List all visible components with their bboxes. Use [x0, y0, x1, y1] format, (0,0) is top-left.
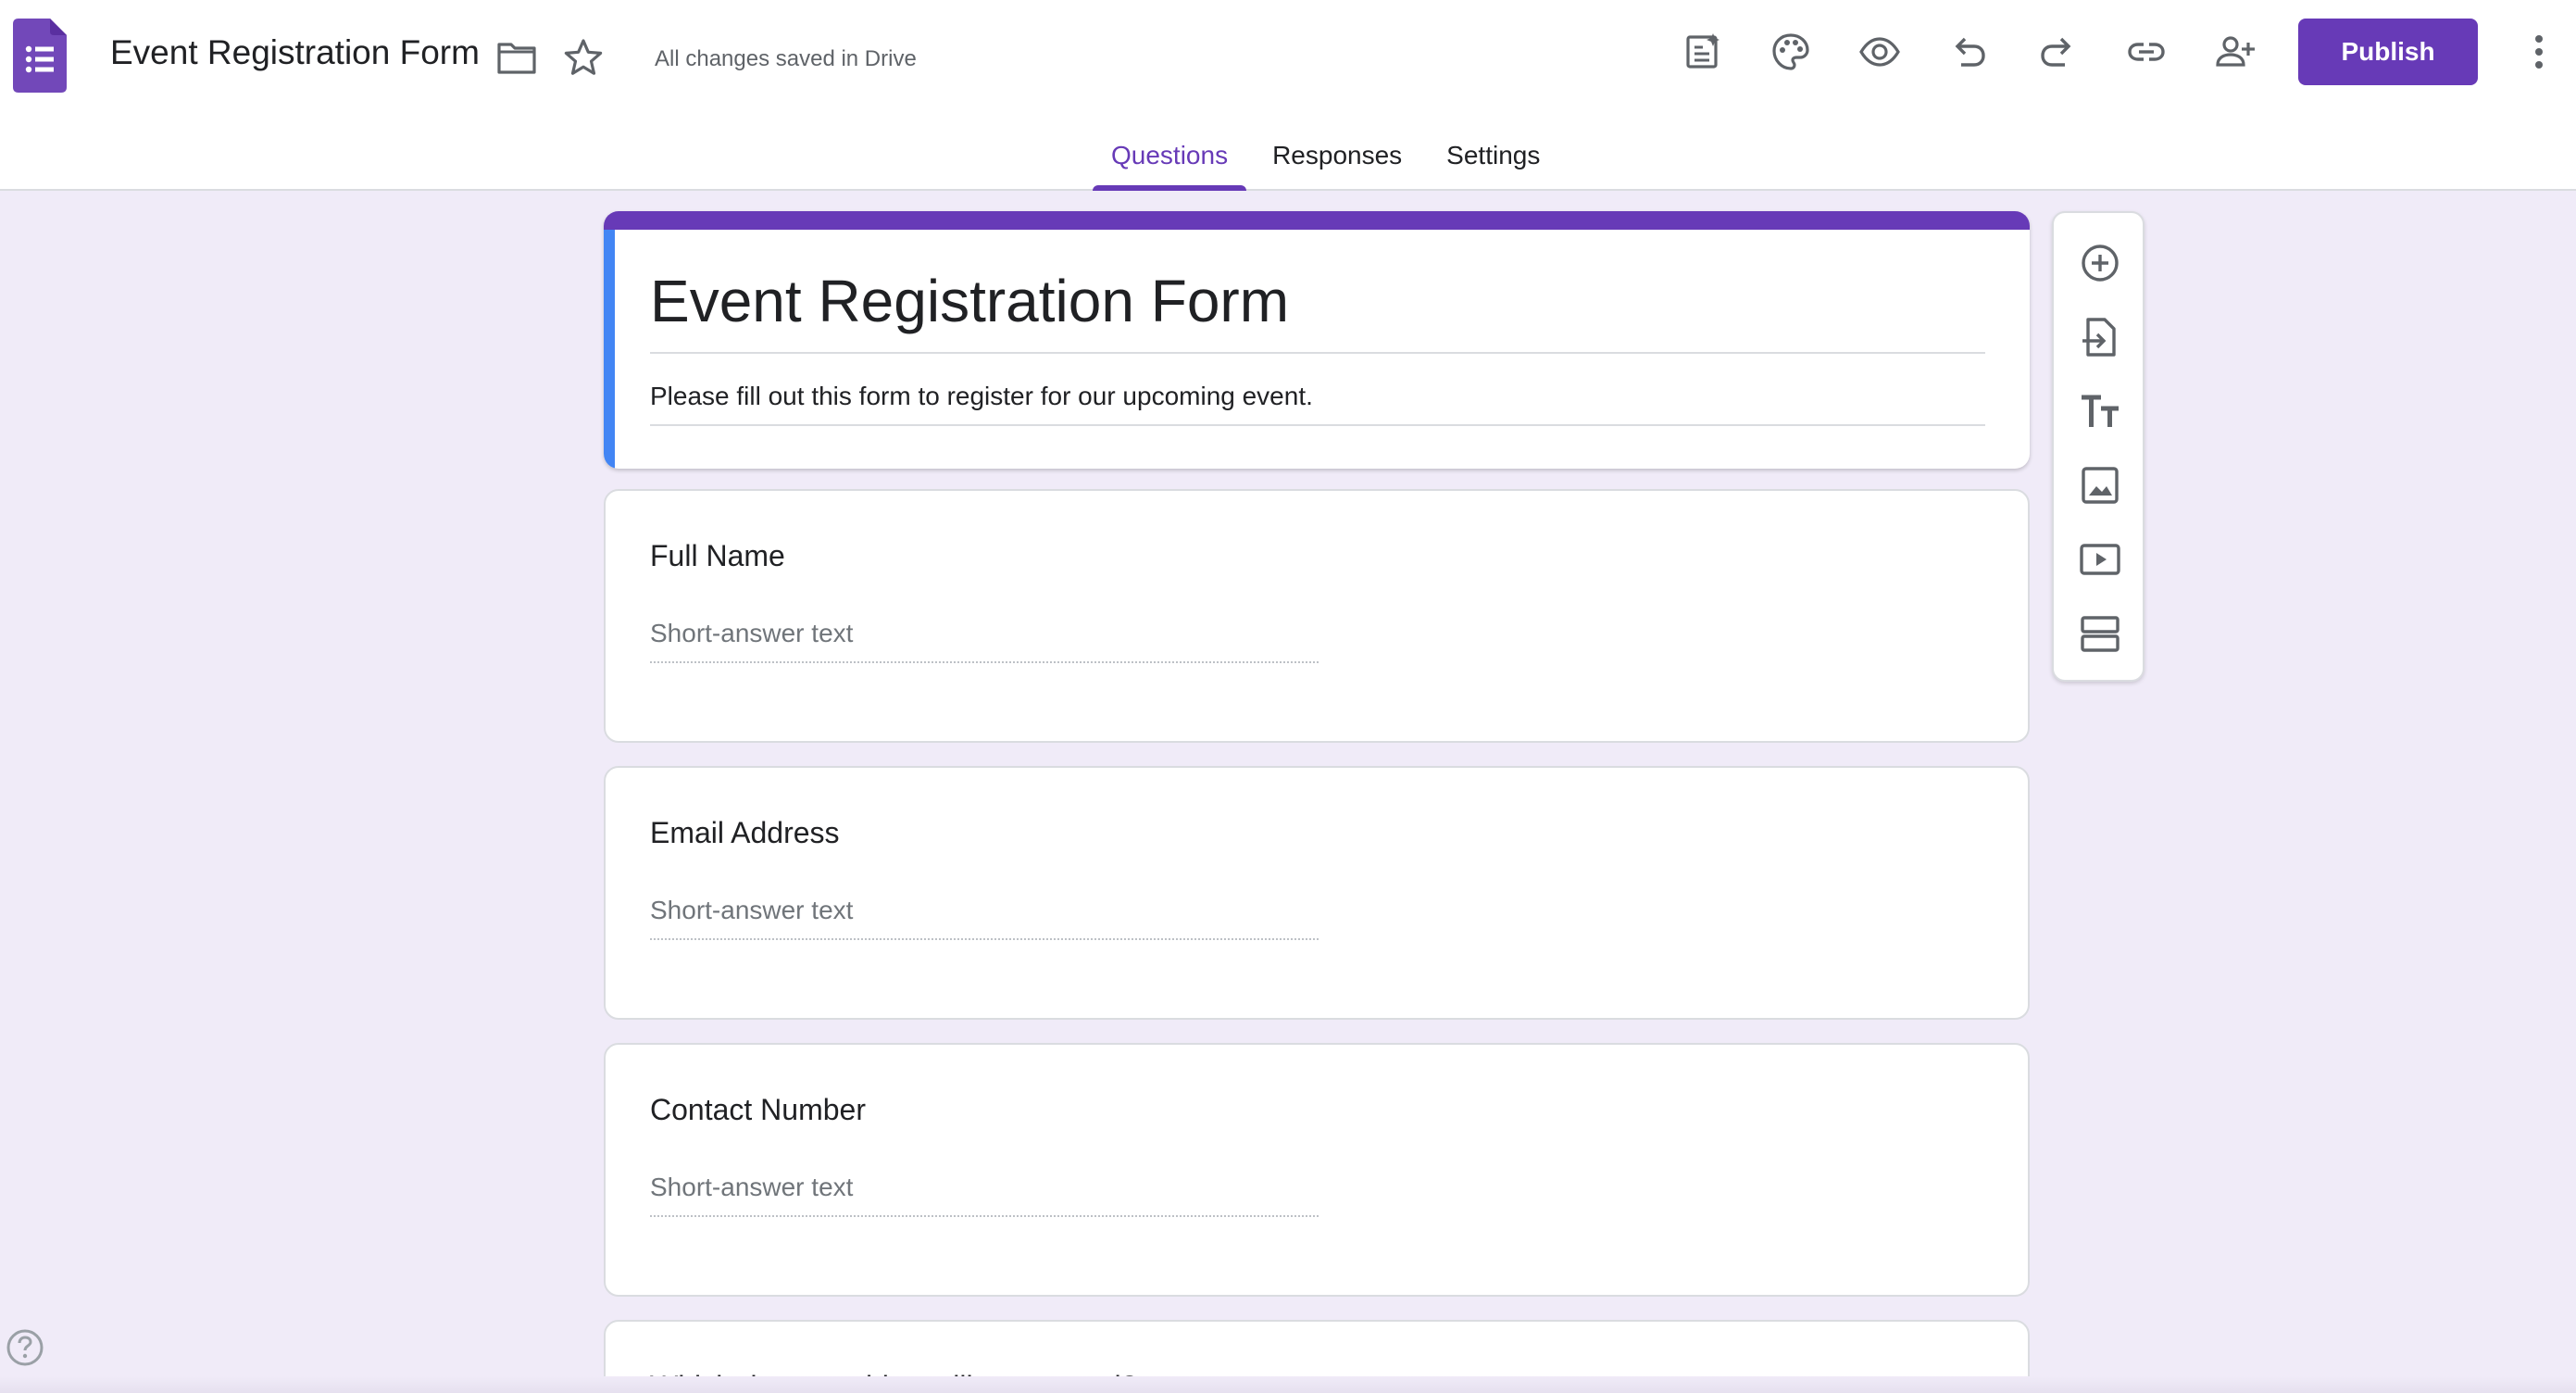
- add-section-icon[interactable]: [2074, 608, 2126, 659]
- folder-icon[interactable]: [496, 39, 537, 76]
- tab-questions[interactable]: Questions: [1093, 137, 1247, 191]
- star-icon[interactable]: [563, 37, 604, 78]
- add-collaborator-icon[interactable]: [2213, 30, 2257, 74]
- import-questions-icon[interactable]: [2074, 311, 2126, 363]
- question-title[interactable]: Email Address: [650, 816, 840, 850]
- palette-icon[interactable]: [1769, 30, 1813, 74]
- link-icon[interactable]: [2124, 30, 2169, 74]
- question-card[interactable]: Contact Number Short-answer text: [604, 1043, 2030, 1297]
- tab-settings[interactable]: Settings: [1420, 137, 1558, 191]
- help-icon[interactable]: [6, 1328, 44, 1367]
- undo-icon[interactable]: [1946, 30, 1991, 74]
- add-video-icon[interactable]: [2074, 533, 2126, 585]
- more-options-icon[interactable]: [2520, 31, 2557, 72]
- add-item-toolbar: [2052, 211, 2145, 682]
- app-header: Event Registration Form All changes save…: [0, 0, 2576, 191]
- form-description-input[interactable]: Please fill out this form to register fo…: [650, 382, 1985, 426]
- short-answer-field: Short-answer text: [650, 1173, 1319, 1217]
- form-header-card[interactable]: Event Registration Form Please fill out …: [604, 211, 2030, 469]
- redo-icon[interactable]: [2035, 30, 2080, 74]
- add-image-icon[interactable]: [2074, 459, 2126, 511]
- bottom-shadow: [0, 1376, 2576, 1393]
- add-question-icon[interactable]: [2074, 237, 2126, 289]
- question-title[interactable]: Contact Number: [650, 1093, 866, 1127]
- form-tabs: Questions Responses Settings: [1093, 137, 1558, 191]
- publish-button[interactable]: Publish: [2298, 19, 2478, 85]
- preview-eye-icon[interactable]: [1857, 30, 1902, 74]
- forms-logo-icon[interactable]: [13, 19, 67, 93]
- add-title-icon[interactable]: [2074, 385, 2126, 437]
- save-status: All changes saved in Drive: [655, 46, 917, 71]
- short-answer-field: Short-answer text: [650, 896, 1319, 940]
- form-title-input[interactable]: Event Registration Form: [650, 267, 1985, 354]
- question-card[interactable]: Email Address Short-answer text: [604, 766, 2030, 1020]
- question-card[interactable]: Full Name Short-answer text: [604, 489, 2030, 743]
- theme-color-band: [604, 211, 2030, 230]
- ai-assist-icon[interactable]: [1681, 30, 1725, 74]
- document-title[interactable]: Event Registration Form: [110, 33, 480, 72]
- tab-responses[interactable]: Responses: [1246, 137, 1420, 191]
- short-answer-field: Short-answer text: [650, 619, 1319, 663]
- selected-indicator: [604, 230, 615, 469]
- question-title[interactable]: Full Name: [650, 539, 785, 573]
